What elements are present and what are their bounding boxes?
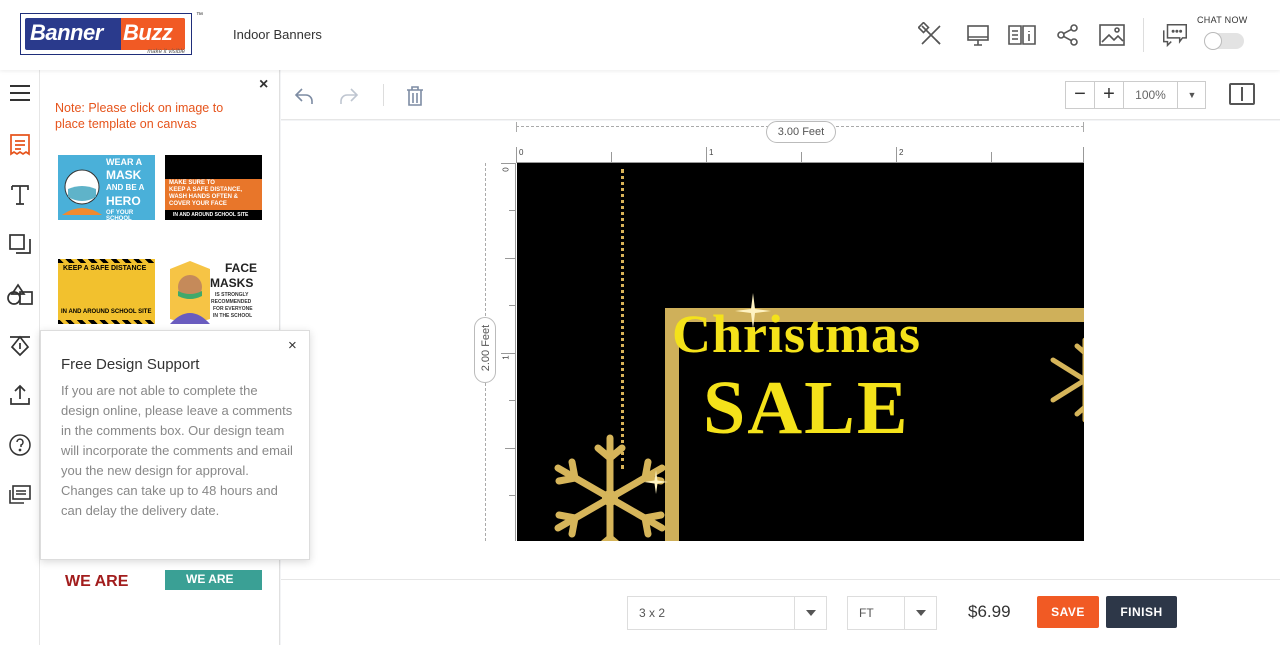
unit-select[interactable]: FT bbox=[847, 596, 937, 630]
ruler-label: 1 bbox=[709, 148, 714, 157]
ruler-label: 1 bbox=[501, 355, 511, 360]
chat-toggle[interactable] bbox=[1204, 32, 1244, 50]
text-icon[interactable] bbox=[5, 180, 35, 210]
height-label: 2.00 Feet bbox=[474, 317, 496, 383]
design-canvas[interactable]: Christmas SALE bbox=[517, 163, 1084, 541]
top-bar: Banner Buzz make it visible ™ Indoor Ban… bbox=[0, 0, 1280, 70]
header-separator bbox=[1143, 18, 1144, 52]
image-icon[interactable] bbox=[1097, 20, 1127, 50]
save-button[interactable]: SAVE bbox=[1037, 596, 1099, 628]
left-nav bbox=[0, 70, 40, 645]
chevron-down-icon[interactable] bbox=[794, 597, 826, 629]
preview-desktop-icon[interactable] bbox=[963, 20, 993, 50]
close-panel-button[interactable]: × bbox=[259, 76, 268, 94]
logo-secondary: Buzz bbox=[123, 20, 173, 45]
template-thumbnail[interactable]: WE ARE bbox=[58, 570, 155, 590]
bottom-bar: 3 x 2 FT $6.99 SAVE FINISH bbox=[281, 579, 1280, 645]
clipart-icon[interactable] bbox=[5, 330, 35, 360]
zoom-in-button[interactable]: + bbox=[1095, 82, 1124, 108]
sparkle-icon bbox=[735, 293, 771, 329]
popup-title: Free Design Support bbox=[61, 356, 200, 373]
shapes-icon[interactable] bbox=[5, 280, 35, 310]
popup-body: If you are not able to complete the desi… bbox=[61, 383, 293, 518]
template-thumbnail[interactable]: WEAR A MASK AND BE A HERO OF YOUR SCHOOL bbox=[58, 155, 155, 220]
chat-icon[interactable] bbox=[1160, 20, 1190, 50]
zoom-value[interactable]: 100% bbox=[1124, 82, 1178, 108]
size-value: 3 x 2 bbox=[639, 606, 666, 620]
ruler-label: 0 bbox=[501, 167, 511, 172]
sparkle-icon bbox=[644, 470, 668, 494]
layers-icon[interactable] bbox=[5, 230, 35, 260]
logo-primary: Banner bbox=[30, 20, 103, 45]
hanging-chain bbox=[621, 169, 625, 469]
zoom-control: − + 100% ▼ bbox=[1065, 81, 1206, 109]
upload-icon[interactable] bbox=[5, 380, 35, 410]
template-thumbnail[interactable]: MAKE SURE TO KEEP A SAFE DISTANCE, WASH … bbox=[165, 155, 262, 220]
redo-icon[interactable] bbox=[336, 83, 362, 109]
finish-button[interactable]: FINISH bbox=[1106, 596, 1177, 628]
panel-toggle-icon[interactable] bbox=[1229, 83, 1255, 105]
zoom-dropdown-button[interactable]: ▼ bbox=[1178, 82, 1206, 108]
vertical-ruler: 0 1 bbox=[501, 163, 516, 541]
menu-icon[interactable] bbox=[5, 78, 35, 108]
comments-icon[interactable] bbox=[5, 480, 35, 510]
canvas-toolbar: − + 100% ▼ bbox=[281, 70, 1280, 120]
help-icon[interactable] bbox=[5, 430, 35, 460]
width-label: 3.00 Feet bbox=[766, 121, 836, 143]
ruler-label: 0 bbox=[519, 148, 524, 157]
logo-tagline: make it visible bbox=[147, 49, 185, 55]
share-icon[interactable] bbox=[1053, 20, 1083, 50]
ruler-label: 2 bbox=[899, 148, 904, 157]
undo-icon[interactable] bbox=[291, 83, 317, 109]
template-thumbnail[interactable]: WE ARE bbox=[165, 570, 262, 590]
template-note: Note: Please click on image to place tem… bbox=[55, 101, 224, 131]
trash-icon[interactable] bbox=[402, 83, 428, 109]
design-title-text[interactable]: Christmas bbox=[672, 303, 921, 365]
template-thumbnail[interactable]: FACE MASKS IS STRONGLY RECOMMENDED FOR E… bbox=[165, 259, 262, 324]
chat-now-label: CHAT NOW bbox=[1197, 15, 1248, 25]
logo-trademark: ™ bbox=[196, 12, 203, 19]
snowflake-icon bbox=[1050, 337, 1084, 423]
toolbar-separator bbox=[383, 84, 384, 106]
design-support-popup: Free Design Support × If you are not abl… bbox=[40, 330, 310, 560]
unit-value: FT bbox=[859, 606, 874, 620]
close-popup-button[interactable]: × bbox=[288, 337, 297, 354]
templates-icon[interactable] bbox=[5, 130, 35, 160]
template-thumbnail[interactable]: KEEP A SAFE DISTANCE IN AND AROUND SCHOO… bbox=[58, 259, 155, 324]
page-title: Indoor Banners bbox=[233, 27, 322, 42]
logo[interactable]: Banner Buzz make it visible ™ bbox=[20, 12, 203, 55]
canvas-work-area: 3.00 Feet 0 1 2 2.00 Feet 0 1 Christmas … bbox=[281, 121, 1280, 579]
design-subtitle-text[interactable]: SALE bbox=[703, 365, 910, 452]
masked-face-icon bbox=[62, 169, 102, 215]
design-tools-icon[interactable] bbox=[916, 20, 946, 50]
horizontal-ruler: 0 1 2 bbox=[516, 147, 1084, 163]
product-info-icon[interactable] bbox=[1007, 20, 1037, 50]
chevron-down-icon[interactable] bbox=[904, 597, 936, 629]
size-select[interactable]: 3 x 2 bbox=[627, 596, 827, 630]
price: $6.99 bbox=[968, 602, 1011, 621]
person-mask-icon bbox=[170, 261, 210, 324]
zoom-out-button[interactable]: − bbox=[1066, 82, 1095, 108]
